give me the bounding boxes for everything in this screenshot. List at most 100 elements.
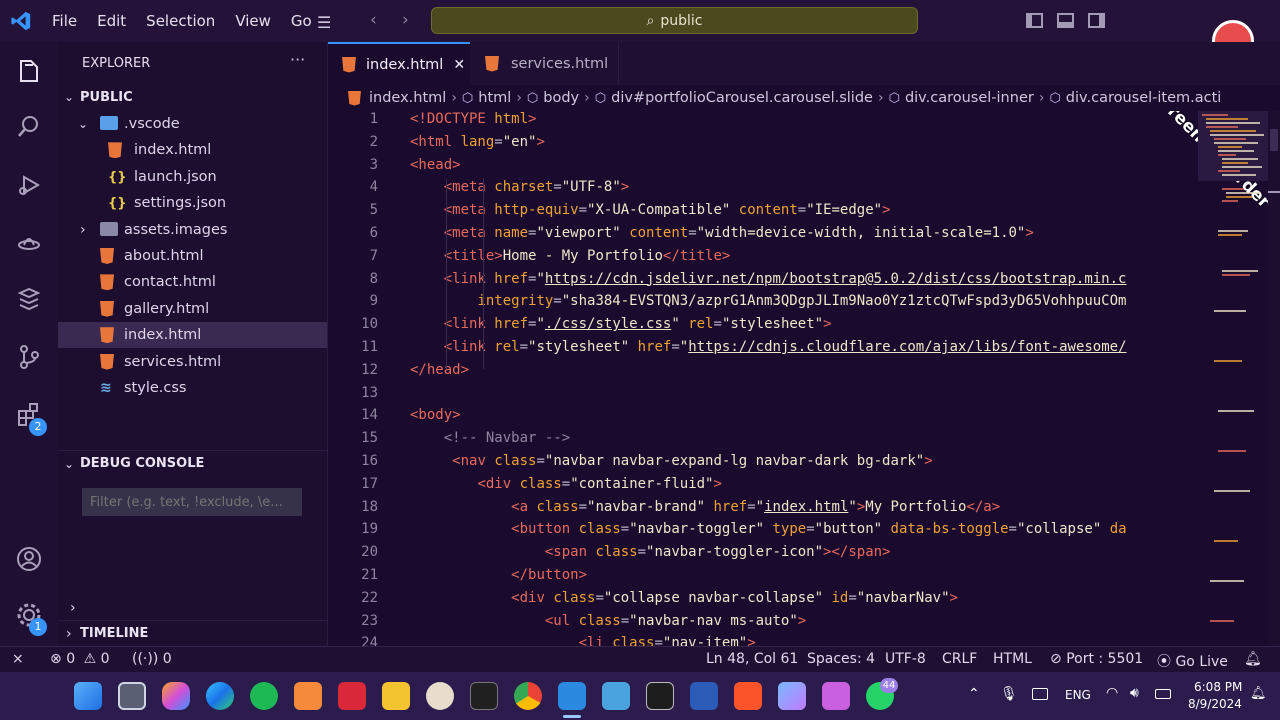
toggle-secondary-sidebar-icon[interactable] xyxy=(1088,13,1105,28)
code-line[interactable]: 24 <li class="nav-item"> xyxy=(328,635,1198,646)
breadcrumb-item[interactable]: ⬡ div#portfolioCarousel.carousel.slide xyxy=(595,90,873,106)
editor-app-icon[interactable] xyxy=(822,682,850,710)
breadcrumb-item[interactable]: ⬡ html xyxy=(462,90,511,106)
code-line[interactable]: 8 <link href="https://cdn.jsdelivr.net/n… xyxy=(328,271,1198,294)
ports-status[interactable]: ((·)) 0 xyxy=(132,651,172,667)
more-menu-icon[interactable]: ☰ xyxy=(317,13,331,32)
battery-icon[interactable] xyxy=(1155,689,1171,699)
code-line[interactable]: 17 <div class="container-fluid"> xyxy=(328,476,1198,499)
code-line[interactable]: 11 <link rel="stylesheet" href="https://… xyxy=(328,339,1198,362)
7zip-icon[interactable] xyxy=(646,682,674,710)
source-control-icon[interactable] xyxy=(12,340,46,374)
search-view-icon[interactable] xyxy=(12,110,46,144)
file-explorer-icon[interactable] xyxy=(382,682,410,710)
menu-selection[interactable]: Selection xyxy=(136,12,225,30)
tray-chevron-up-icon[interactable]: ⌃ xyxy=(968,686,980,702)
explorer-more-icon[interactable]: ··· xyxy=(290,50,305,69)
remote-indicator-icon[interactable]: ⨯ xyxy=(12,651,24,667)
cursor-position[interactable]: Ln 48, Col 61 xyxy=(706,651,798,667)
code-line[interactable]: 4 <meta charset="UTF-8"> xyxy=(328,179,1198,202)
menu-go[interactable]: Go xyxy=(281,12,322,30)
toggle-panel-icon[interactable] xyxy=(1057,13,1074,28)
tree-item[interactable]: {} launch.json xyxy=(58,164,327,190)
notepad-icon[interactable] xyxy=(602,682,630,710)
remote-explorer-icon[interactable] xyxy=(12,226,46,260)
breadcrumb-item[interactable]: ⬡ div.carousel-item.acti xyxy=(1049,90,1221,106)
keyboard-icon[interactable] xyxy=(1032,688,1048,700)
code-line[interactable]: 14 <body> xyxy=(328,407,1198,430)
explorer-icon[interactable] xyxy=(12,54,46,88)
forward-arrow-icon[interactable]: › xyxy=(402,10,409,30)
code-line[interactable]: 16 <nav class="navbar navbar-expand-lg n… xyxy=(328,453,1198,476)
code-line[interactable]: 5 <meta http-equiv="X-UA-Compatible" con… xyxy=(328,202,1198,225)
timeline-header[interactable]: › TIMELINE xyxy=(58,620,327,646)
command-center-search[interactable]: ⌕ public xyxy=(431,7,918,34)
indentation[interactable]: Spaces: 4 xyxy=(807,651,875,667)
code-line[interactable]: 15 <!-- Navbar --> xyxy=(328,430,1198,453)
chrome-icon[interactable] xyxy=(514,682,542,710)
scrollbar-thumb[interactable] xyxy=(1270,129,1278,151)
notifications-bell-icon[interactable]: 🔔︎ xyxy=(1244,651,1262,667)
app-icon[interactable] xyxy=(294,682,322,710)
menu-file[interactable]: File xyxy=(42,12,87,30)
code-line[interactable]: 3 <head> xyxy=(328,157,1198,180)
code-line[interactable]: 20 <span class="navbar-toggler-icon"></s… xyxy=(328,544,1198,567)
code-line[interactable]: 18 <a class="navbar-brand" href="index.h… xyxy=(328,499,1198,522)
breadcrumb-item[interactable]: ⬡ body xyxy=(527,90,579,106)
windows-start-icon[interactable] xyxy=(74,682,102,710)
testing-icon[interactable] xyxy=(12,282,46,316)
code-line[interactable]: 22 <div class="collapse navbar-collapse"… xyxy=(328,590,1198,613)
screen-recorder-icon[interactable] xyxy=(338,682,366,710)
breadcrumb-item[interactable]: index.html xyxy=(348,90,446,106)
accounts-icon[interactable] xyxy=(12,542,46,576)
edge-icon[interactable] xyxy=(206,682,234,710)
word-icon[interactable] xyxy=(690,682,718,710)
photos-icon[interactable] xyxy=(778,682,806,710)
vscode-taskbar-icon[interactable] xyxy=(558,682,586,710)
language-indicator[interactable]: ENG xyxy=(1065,688,1091,702)
tree-item[interactable]: ⌄ .vscode xyxy=(58,111,327,137)
code-editor[interactable]: 1 <!DOCTYPE html> 2 <html lang="en"> 3 <head>… xyxy=(328,111,1198,646)
tab-index-html[interactable]: index.html ✕ xyxy=(328,42,470,85)
run-debug-icon[interactable] xyxy=(12,168,46,202)
tree-item[interactable]: contact.html xyxy=(58,269,327,295)
tree-item[interactable]: › assets.images xyxy=(58,217,327,243)
menu-edit[interactable]: Edit xyxy=(87,12,136,30)
tree-item[interactable]: {} settings.json xyxy=(58,190,327,216)
wifi-icon[interactable]: ◠ xyxy=(1106,685,1118,701)
vertical-scrollbar[interactable] xyxy=(1268,111,1280,646)
spotify-icon[interactable] xyxy=(250,682,278,710)
live-server-port[interactable]: ⊘ Port : 5501 xyxy=(1050,651,1143,667)
code-line[interactable]: 10 <link href="./css/style.css" rel="sty… xyxy=(328,316,1198,339)
task-view-icon[interactable] xyxy=(118,682,146,710)
code-line[interactable]: 7 <title>Home - My Portfolio</title> xyxy=(328,248,1198,271)
code-line[interactable]: 1 <!DOCTYPE html> xyxy=(328,111,1198,134)
menu-view[interactable]: View xyxy=(225,12,281,30)
copilot-icon[interactable] xyxy=(162,682,190,710)
microphone-icon[interactable]: 🎙︎ xyxy=(1000,686,1018,702)
notification-bell-icon[interactable]: 🔔︎ xyxy=(1250,686,1267,701)
end-of-line[interactable]: CRLF xyxy=(942,651,977,667)
code-line[interactable]: 23 <ul class="navbar-nav ms-auto"> xyxy=(328,613,1198,636)
language-mode[interactable]: HTML xyxy=(993,651,1032,667)
problems-status[interactable]: ⊗ 0 ⚠ 0 xyxy=(50,651,110,667)
breadcrumb-item[interactable]: ⬡ div.carousel-inner xyxy=(889,90,1034,106)
code-line[interactable]: 13 xyxy=(328,385,1198,408)
tree-item[interactable]: about.html xyxy=(58,243,327,269)
minimap[interactable] xyxy=(1198,111,1268,646)
tree-item[interactable]: ≋ style.css xyxy=(58,375,327,401)
debug-console-header[interactable]: ⌄ DEBUG CONSOLE xyxy=(58,450,327,476)
tree-item[interactable]: index.html xyxy=(58,137,327,163)
brave-icon[interactable] xyxy=(734,682,762,710)
folder-root[interactable]: ⌄ PUBLIC xyxy=(58,84,327,110)
clock-date[interactable]: 8/9/2024 xyxy=(1188,697,1242,711)
terminal-icon[interactable] xyxy=(470,682,498,710)
volume-icon[interactable]: 🔊︎ xyxy=(1130,685,1139,701)
clock-app-icon[interactable] xyxy=(426,682,454,710)
code-line[interactable]: 2 <html lang="en"> xyxy=(328,134,1198,157)
tree-item[interactable]: gallery.html xyxy=(58,296,327,322)
toggle-primary-sidebar-icon[interactable] xyxy=(1026,13,1043,28)
back-arrow-icon[interactable]: ‹ xyxy=(370,10,377,30)
code-line[interactable]: 21 </button> xyxy=(328,567,1198,590)
code-line[interactable]: 12 </head> xyxy=(328,362,1198,385)
